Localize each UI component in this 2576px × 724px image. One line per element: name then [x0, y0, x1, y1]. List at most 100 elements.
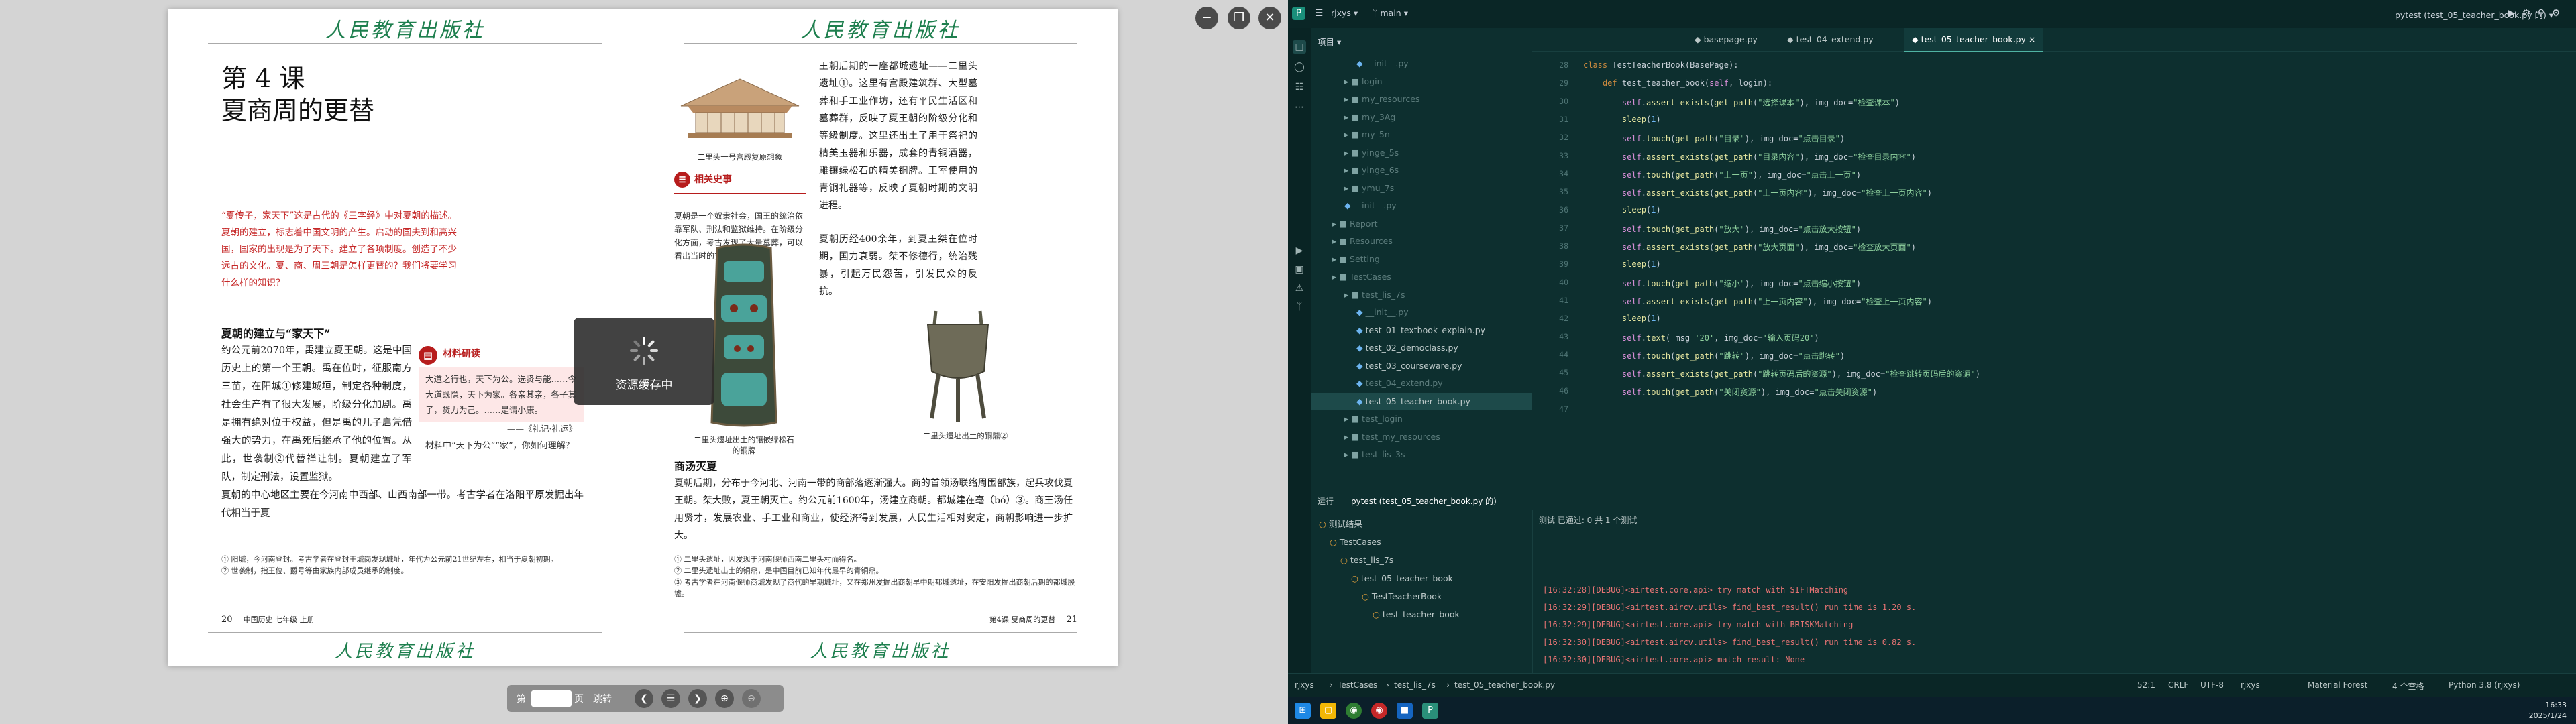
pycharm-icon[interactable]: P [1422, 703, 1438, 719]
run-config-tab[interactable]: pytest (test_05_teacher_book.py 的) [1351, 495, 1497, 507]
tree-item[interactable]: ▸ ■ TestCases [1311, 268, 1532, 286]
next-page-icon[interactable]: ❯ [688, 689, 707, 708]
code-line[interactable]: self.touch(get_path("跳转"), img_doc="点击跳转… [1583, 350, 1845, 361]
code-line[interactable]: self.assert_exists(get_path("放大页面"), img… [1583, 241, 1916, 253]
debug-icon[interactable]: ⚙ [2520, 7, 2533, 20]
project-folder-icon[interactable]: □ [1293, 40, 1306, 54]
line-number: 30 [1559, 97, 1568, 106]
editor-tab[interactable]: ◆ test_05_teacher_book.py × [1904, 28, 2044, 52]
tree-item[interactable]: ▸ ■ login [1311, 73, 1532, 90]
tree-item[interactable]: ▸ ■ yinge_5s [1311, 144, 1532, 162]
breadcrumb-file[interactable]: test_05_teacher_book.py [1454, 680, 1555, 690]
file-encoding[interactable]: UTF-8 [2200, 680, 2224, 690]
more-icon[interactable]: ⋯ [1293, 101, 1306, 114]
tree-item[interactable]: ◆ __init__.py [1311, 197, 1532, 215]
minimize-button[interactable]: − [1195, 7, 1218, 29]
browser-icon[interactable]: ◉ [1371, 703, 1387, 719]
project-switcher[interactable]: rjxys ▾ [1331, 8, 1358, 18]
hamburger-menu-icon[interactable]: ☰ [1312, 7, 1326, 20]
line-endings[interactable]: CRLF [2168, 680, 2188, 690]
tree-item[interactable]: ◆ test_05_teacher_book.py [1311, 392, 1532, 410]
tree-item[interactable]: ◆ __init__.py [1311, 55, 1532, 72]
tree-item[interactable]: ◆ test_03_courseware.py [1311, 357, 1532, 375]
code-line[interactable]: sleep(1) [1583, 115, 1661, 124]
branch-switcher[interactable]: ᛉ main ▾ [1373, 8, 1408, 18]
code-line[interactable]: self.touch(get_path("上一页"), img_doc="点击上… [1583, 169, 1861, 180]
code-line[interactable]: def test_teacher_book(self, login): [1583, 78, 1772, 88]
code-line[interactable]: self.assert_exists(get_path("上一页内容"), im… [1583, 187, 1932, 198]
tree-item[interactable]: ▸ ■ yinge_6s [1311, 162, 1532, 179]
zoom-in-icon[interactable]: ⊕ [715, 689, 734, 708]
code-line[interactable]: self.text( msg '20', img_doc='输入页码20') [1583, 332, 1819, 343]
code-line[interactable]: class TestTeacherBook(BasePage): [1583, 60, 1738, 70]
code-line[interactable]: sleep(1) [1583, 259, 1661, 269]
restore-button[interactable]: ❒ [1228, 7, 1250, 29]
tree-item[interactable]: ▸ ■ my_5n [1311, 126, 1532, 143]
go-button[interactable]: 跳转 [593, 692, 612, 705]
tree-item[interactable]: ▸ ■ test_lis_3s [1311, 446, 1532, 463]
tree-item[interactable]: ▸ ■ ymu_7s [1311, 180, 1532, 197]
vcs-status[interactable]: rjxys [2241, 680, 2260, 690]
tree-item[interactable]: ◆ test_01_textbook_explain.py [1311, 322, 1532, 339]
code-line[interactable]: self.assert_exists(get_path("跳转页码后的资源"),… [1583, 368, 1980, 379]
run-tab[interactable]: 运行 [1318, 495, 1334, 507]
tree-item[interactable]: ▸ ■ Setting [1311, 251, 1532, 268]
run-icon[interactable]: ▶ [2505, 7, 2518, 20]
breadcrumb-folder[interactable]: TestCases [1338, 680, 1377, 690]
structure-icon[interactable]: ☷ [1293, 80, 1306, 94]
code-line[interactable]: self.assert_exists(get_path("目录内容"), img… [1583, 151, 1916, 162]
commit-icon[interactable]: ◯ [1293, 60, 1306, 74]
indent-setting[interactable]: 4 个空格 [2392, 680, 2424, 692]
code-line[interactable]: self.assert_exists(get_path("上一页内容"), im… [1583, 296, 1932, 307]
file-explorer-icon[interactable]: ▢ [1320, 703, 1336, 719]
test-result-item[interactable]: ○ TestTeacherBook [1362, 588, 1442, 605]
app-icon[interactable]: ■ [1397, 703, 1413, 719]
breadcrumb-subfolder[interactable]: test_lis_7s [1394, 680, 1436, 690]
system-clock[interactable]: 16:33 2025/1/24 [2529, 700, 2567, 721]
tree-item[interactable]: ◆ test_02_democlass.py [1311, 339, 1532, 357]
close-button[interactable]: ✕ [1258, 7, 1281, 29]
test-result-item[interactable]: ○ 测试结果 [1319, 516, 1362, 533]
test-result-item[interactable]: ○ test_teacher_book [1373, 606, 1460, 623]
tree-item-label: __init__.py [1365, 307, 1409, 317]
project-panel-title[interactable]: 项目 ▾ [1318, 35, 1341, 48]
editor-tab[interactable]: ◆ basepage.py [1686, 28, 1766, 51]
test-result-item[interactable]: ○ test_lis_7s [1340, 552, 1393, 569]
python-interpreter[interactable]: Python 3.8 (rjxys) [2449, 680, 2520, 690]
breadcrumb-project[interactable]: rjxys [1295, 680, 1314, 690]
git-icon[interactable]: ᛉ [1293, 300, 1306, 314]
prev-page-icon[interactable]: ❮ [635, 689, 653, 708]
search-icon[interactable]: ⚲ [2534, 7, 2548, 20]
tree-item[interactable]: ▸ ■ my_resources [1311, 90, 1532, 108]
close-tab-icon[interactable]: × [2026, 34, 2035, 44]
tree-item[interactable]: ◆ __init__.py [1311, 304, 1532, 321]
test-result-item[interactable]: ○ test_05_teacher_book [1351, 570, 1453, 587]
code-line[interactable]: self.touch(get_path("放大"), img_doc="点击放大… [1583, 223, 1861, 235]
tree-item[interactable]: ◆ test_04_extend.py [1311, 375, 1532, 392]
tree-item[interactable]: ▸ ■ test_lis_7s [1311, 286, 1532, 304]
theme-name[interactable]: Material Forest [2308, 680, 2367, 690]
table-of-contents-icon[interactable]: ☰ [661, 689, 680, 708]
code-line[interactable]: sleep(1) [1583, 314, 1661, 323]
run-tool-icon[interactable]: ▶ [1293, 244, 1306, 257]
editor-tab[interactable]: ◆ test_04_extend.py [1779, 28, 1882, 51]
settings-icon[interactable]: ⚙ [2549, 7, 2563, 20]
tree-item[interactable]: ▸ ■ Resources [1311, 233, 1532, 250]
chrome-icon[interactable]: ◉ [1346, 703, 1362, 719]
code-line[interactable]: self.assert_exists(get_path("选择课本"), img… [1583, 97, 1900, 108]
problems-icon[interactable]: ⚠ [1293, 282, 1306, 295]
tree-item[interactable]: ▸ ■ test_my_resources [1311, 428, 1532, 446]
windows-start-icon[interactable]: ⊞ [1295, 703, 1311, 719]
code-line[interactable]: sleep(1) [1583, 205, 1661, 215]
zoom-out-icon[interactable]: ⊖ [742, 689, 761, 708]
terminal-icon[interactable]: ▣ [1293, 263, 1306, 276]
cursor-position[interactable]: 52:1 [2137, 680, 2155, 690]
page-number-input[interactable] [531, 690, 572, 707]
code-line[interactable]: self.touch(get_path("关闭资源"), img_doc="点击… [1583, 386, 1877, 398]
tree-item[interactable]: ▸ ■ test_login [1311, 410, 1532, 428]
test-result-item[interactable]: ○ TestCases [1330, 534, 1381, 551]
tree-item[interactable]: ▸ ■ Report [1311, 215, 1532, 233]
code-line[interactable]: self.touch(get_path("目录"), img_doc="点击目录… [1583, 133, 1845, 144]
code-line[interactable]: self.touch(get_path("缩小"), img_doc="点击缩小… [1583, 278, 1861, 289]
tree-item[interactable]: ▸ ■ my_3Ag [1311, 109, 1532, 126]
